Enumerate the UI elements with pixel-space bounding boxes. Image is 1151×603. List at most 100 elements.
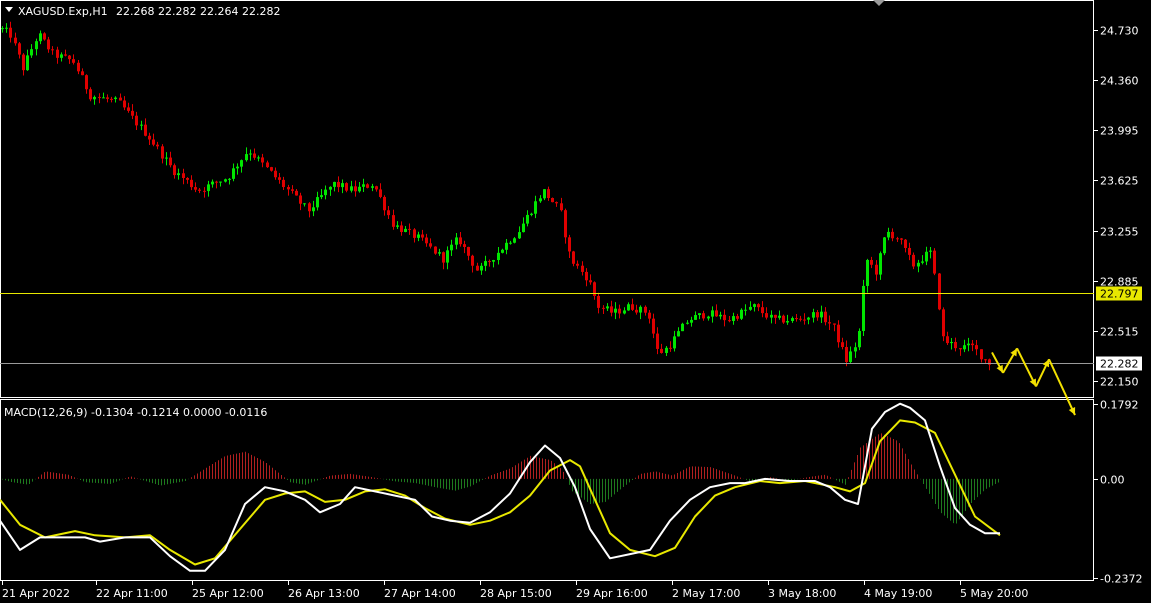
candle-body [551, 198, 554, 203]
candle-body [547, 189, 550, 199]
trading-chart[interactable]: 22.797 22.282 24.730 24.360 23.995 23.625 23.… [0, 0, 1151, 603]
candle-body [812, 312, 815, 318]
candle-body [114, 97, 117, 100]
candle-body [539, 198, 542, 202]
candle-body [980, 349, 983, 360]
candle-body [270, 167, 273, 171]
candle-body [308, 203, 311, 212]
candle-body [732, 316, 735, 321]
symbol-label[interactable]: XAGUSD.Exp,H1 [18, 5, 108, 18]
candle-body [350, 186, 353, 191]
candle-body [396, 225, 399, 227]
chart-background [0, 0, 1151, 603]
candle-body [761, 307, 764, 314]
candle-body [505, 242, 508, 250]
candle-body [749, 306, 752, 310]
candle-body [211, 181, 214, 185]
candle-body [862, 285, 865, 331]
candle-body [438, 252, 441, 254]
candle-body [463, 244, 466, 247]
candle-body [925, 251, 928, 262]
candle-body [68, 55, 71, 60]
candle-body [26, 55, 29, 71]
candle-body [917, 262, 920, 267]
candle-body [299, 195, 302, 204]
price-tick-label: 24.360 [1100, 75, 1139, 88]
candle-body [484, 261, 487, 266]
candle-body [971, 343, 974, 346]
candle-body [933, 250, 936, 274]
candle-body [534, 201, 537, 214]
candle-body [879, 253, 882, 275]
candle-body [165, 157, 168, 159]
candle-body [618, 308, 621, 314]
candle-body [606, 306, 609, 309]
candle-body [22, 54, 25, 71]
candle-body [39, 33, 42, 42]
candle-body [135, 115, 138, 126]
candle-body [245, 154, 248, 161]
candle-body [56, 49, 59, 58]
candle-body [257, 157, 260, 159]
candle-body [240, 160, 243, 167]
candle-body [673, 336, 676, 349]
candle-body [509, 242, 512, 244]
candle-body [560, 203, 563, 211]
candle-body [564, 210, 567, 238]
candle-body [921, 261, 924, 263]
candle-body [837, 324, 840, 343]
candle-body [295, 190, 298, 196]
candle-body [497, 252, 500, 261]
candle-body [854, 347, 857, 352]
time-tick-label: 26 Apr 13:00 [288, 587, 360, 600]
candle-body [408, 228, 411, 230]
candle-body [1, 28, 4, 30]
candle-body [329, 186, 332, 190]
candle-body [362, 184, 365, 187]
candle-body [358, 186, 361, 192]
candle-body [371, 186, 374, 188]
candle-body [912, 254, 915, 267]
candle-body [543, 189, 546, 199]
candle-body [203, 190, 206, 192]
candle-body [282, 179, 285, 188]
candle-body [841, 342, 844, 348]
price-tick-label: 23.995 [1100, 125, 1139, 138]
candle-body [816, 312, 819, 318]
candle-body [686, 322, 689, 324]
candle-body [345, 183, 348, 191]
candle-body [526, 214, 529, 224]
time-tick-label: 27 Apr 14:00 [384, 587, 456, 600]
candle-body [656, 333, 659, 349]
candle-body [480, 265, 483, 271]
candle-body [442, 252, 445, 263]
candle-body [765, 313, 768, 318]
time-tick-label: 3 May 18:00 [768, 587, 836, 600]
candle-body [224, 179, 227, 182]
candle-body [631, 304, 634, 310]
candle-body [694, 315, 697, 320]
candle-body [253, 153, 256, 158]
candle-body [106, 97, 109, 99]
candle-body [72, 59, 75, 63]
candle-body [98, 96, 101, 98]
candle-body [476, 265, 479, 271]
candle-body [488, 261, 491, 263]
macd-indicator-label[interactable]: MACD(12,26,9) -0.1304 -0.1214 0.0000 -0.… [4, 406, 267, 419]
candle-body [723, 314, 726, 321]
candle-body [736, 316, 739, 319]
candle-body [354, 186, 357, 192]
candle-body [404, 228, 407, 232]
candle-body [392, 215, 395, 227]
candle-body [770, 314, 773, 318]
price-tick-label: 23.625 [1100, 175, 1139, 188]
candle-body [984, 359, 987, 361]
candle-body [975, 345, 978, 350]
price-tick-label: 22.150 [1100, 376, 1139, 389]
candle-body [627, 304, 630, 311]
candle-body [795, 318, 798, 320]
candle-body [413, 229, 416, 238]
candle-body [455, 237, 458, 245]
candle-body [929, 250, 932, 252]
candle-body [501, 249, 504, 253]
